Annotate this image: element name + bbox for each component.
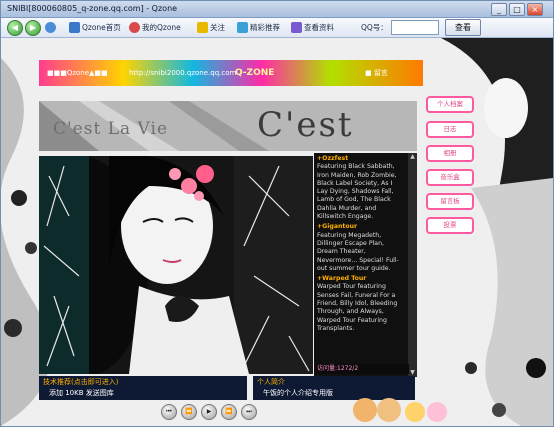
toolbar-label: 查看资料 — [304, 23, 334, 32]
section-heading: +Gigantour — [317, 223, 358, 231]
rewind-icon[interactable]: ⏪ — [181, 404, 197, 420]
banner-left-text: ■■■Qzone▲■■ — [47, 69, 108, 77]
section-warped-tour: +Warped Tour Warped Tour featuring Sense… — [317, 275, 405, 333]
toolbar-label: 我的Qzone — [142, 23, 181, 32]
toolbar-qzone-home[interactable]: Qzone首页 — [69, 20, 121, 35]
profile-icon — [291, 22, 302, 33]
section-ozzfest: +Ozzfest Featuring Black Sabbath, Iron M… — [317, 155, 405, 221]
refresh-button[interactable] — [45, 20, 56, 35]
section-gigantour: +Gigantour Featuring Megadeth, Dillinger… — [317, 223, 405, 273]
view-button[interactable]: 查看 — [445, 19, 481, 36]
toolbar-profile[interactable]: 查看资料 — [291, 20, 334, 35]
window-title: SNIBI[800060805_q-zone.qq.com] - Qzone — [7, 4, 178, 13]
recommend-icon — [237, 22, 248, 33]
toolbar-label: 关注 — [210, 23, 225, 32]
header-logo: C'est — [257, 105, 354, 145]
news-sidepanel: +Ozzfest Featuring Black Sabbath, Iron M… — [314, 153, 408, 377]
music-player: ⏮ ⏪ ▶ ⏩ ⏭ — [161, 404, 265, 420]
section-body: Warped Tour featuring Senses Fail, Funer… — [317, 283, 398, 332]
forward-arrow-icon: ▶ — [25, 19, 41, 36]
title-bar[interactable]: SNIBI[800060805_q-zone.qq.com] - Qzone _… — [1, 1, 553, 18]
tech-recommend-heading: 技术推荐(点击即可进入) — [43, 378, 119, 386]
header-ghost-text: C'est La Vie — [53, 119, 169, 139]
toolbar: ◀ ▶ Qzone首页 我的Qzone 关注 精彩推荐 查看资料 QQ号： 查看 — [1, 18, 553, 38]
visit-counter: 访问量:1272/2 — [317, 364, 409, 374]
menu-album[interactable]: 相册 — [426, 145, 474, 162]
next-track-icon[interactable]: ⏭ — [241, 404, 257, 420]
previous-track-icon[interactable]: ⏮ — [161, 404, 177, 420]
back-arrow-icon: ◀ — [7, 19, 23, 36]
main-illustration — [39, 156, 313, 374]
app-window: SNIBI[800060805_q-zone.qq.com] - Qzone _… — [0, 0, 554, 427]
qq-number-label: QQ号： — [361, 23, 388, 32]
menu-profile[interactable]: 个人档案 — [426, 96, 474, 113]
cartoon-characters — [353, 398, 447, 422]
toolbar-recommend[interactable]: 精彩推荐 — [237, 20, 280, 35]
section-body: Featuring Black Sabbath, Iron Maiden, Ro… — [317, 163, 397, 221]
qq-number-select[interactable] — [391, 20, 439, 35]
banner-right-text[interactable]: ■ 留言 — [365, 60, 388, 86]
toolbar-label: 精彩推荐 — [250, 23, 280, 32]
forward-button[interactable]: ▶ — [25, 19, 41, 36]
sidepanel-scrollbar[interactable]: ▲ ▼ — [408, 153, 417, 377]
page-viewport: ■■■Qzone▲■■ http://snibi2000.qzone.qq.co… — [1, 38, 553, 426]
tech-recommend-item[interactable]: 添加 10KB 发送图库 — [49, 388, 114, 398]
profile-intro-heading: 个人简介 — [257, 378, 285, 386]
back-button[interactable]: ◀ — [7, 19, 23, 36]
girl-illustration — [39, 156, 313, 374]
qzone-banner: ■■■Qzone▲■■ http://snibi2000.qzone.qq.co… — [39, 60, 423, 86]
star-icon — [197, 22, 208, 33]
home-icon — [69, 22, 80, 33]
profile-intro-item[interactable]: 午饭的个人介绍专用版 — [263, 388, 333, 398]
menu-guestbook[interactable]: 留言板 — [426, 193, 474, 210]
menu-blog[interactable]: 日志 — [426, 121, 474, 138]
minimize-button[interactable]: _ — [491, 3, 507, 16]
menu-vote[interactable]: 投票 — [426, 217, 474, 234]
play-icon[interactable]: ▶ — [201, 404, 217, 420]
maximize-button[interactable]: □ — [509, 3, 525, 16]
section-body: Featuring Megadeth, Dillinger Escape Pla… — [317, 231, 399, 272]
close-button[interactable]: × — [527, 3, 543, 16]
section-heading: +Warped Tour — [317, 275, 367, 283]
toolbar-follow[interactable]: 关注 — [197, 20, 225, 35]
tech-recommend-box: 技术推荐(点击即可进入) 添加 10KB 发送图库 — [39, 376, 247, 400]
scroll-up-icon[interactable]: ▲ — [409, 153, 416, 161]
refresh-icon — [45, 22, 56, 33]
banner-url[interactable]: http://snibi2000.qzone.qq.com — [129, 60, 236, 86]
fast-forward-icon[interactable]: ⏩ — [221, 404, 237, 420]
banner-logo: Q-ZONE — [235, 68, 275, 78]
user-icon — [129, 22, 140, 33]
menu-music[interactable]: 音乐盒 — [426, 169, 474, 186]
blog-header: C'est La Vie C'est — [39, 101, 417, 151]
toolbar-label: Qzone首页 — [82, 23, 121, 32]
section-heading: +Ozzfest — [317, 155, 349, 162]
toolbar-my-qzone[interactable]: 我的Qzone — [129, 20, 181, 35]
